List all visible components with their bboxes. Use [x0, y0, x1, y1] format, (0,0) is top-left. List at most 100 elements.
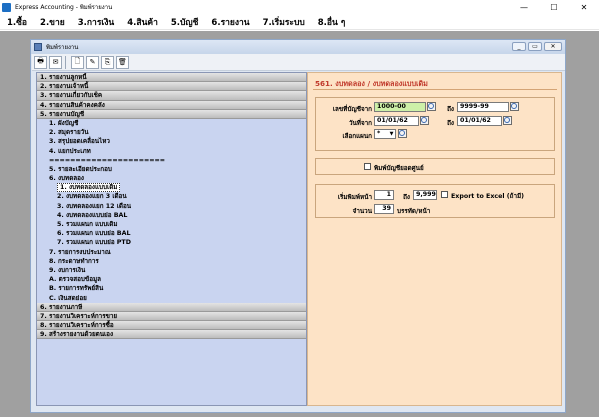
report-options-panel: 561. งบทดลอง / งบทดลองแบบเดิม เลขที่บัญช… — [307, 72, 562, 406]
tree-item[interactable]: 4. งบทดลองแบบย่อ BAL — [37, 211, 306, 220]
report-tree: 1. รายงานลูกหนี้ 2. รายงานเจ้าหนี้ 3. รายง… — [36, 72, 307, 406]
tree-group-header[interactable]: 5. รายงานบัญชี — [37, 109, 306, 119]
date-to-field[interactable]: 01/01/62 — [457, 116, 502, 126]
tree-item-label: 7. รายการงบประมาณ — [49, 248, 111, 256]
tree-item-label: 7. รวมแผนก แบบย่อ PTD — [57, 239, 131, 247]
tree-item-label: 4. งบทดลองแบบย่อ BAL — [57, 211, 128, 219]
tree-item[interactable]: 1. ผังบัญชี — [37, 119, 306, 128]
range-group: เลขที่บัญชีจาก 1000-00 ถึง 9999-99 วันที… — [315, 97, 555, 151]
edit-document-icon[interactable]: ✎ — [86, 55, 99, 69]
tree-item-label: 4. แยกประเภท — [49, 147, 91, 155]
menu-finance[interactable]: 3.การเงิน — [78, 15, 115, 29]
tree-group-header[interactable]: 3. รายงานเกี่ยวกับเช็ค — [37, 91, 306, 101]
tree-item-label: 1. รายงานลูกหนี้ — [40, 74, 87, 81]
tree-item[interactable]: 2. สมุดรายวัน — [37, 128, 306, 137]
window-icon — [34, 43, 42, 51]
minimize-button[interactable]: — — [509, 0, 539, 14]
tree-item-label: 4. รายงานสินค้าคงคลัง — [40, 101, 105, 109]
menu-account[interactable]: 5.บัญชี — [171, 15, 199, 29]
tree-group-header[interactable]: 4. รายงานสินค้าคงคลัง — [37, 100, 306, 110]
tree-item-label: 2. สมุดรายวัน — [49, 129, 89, 137]
tree-item-label: 2. รายงานเจ้าหนี้ — [40, 83, 89, 91]
child-close-button[interactable]: ✕ — [544, 42, 562, 51]
title-divider — [313, 89, 557, 90]
tree-item-label: 1. งบทดลองแบบเดิม — [57, 183, 121, 193]
menu-setup[interactable]: 7.เริ่มระบบ — [263, 15, 305, 29]
tree-item-label: 5. รายละเอียดประกอบ — [49, 165, 112, 173]
tree-item[interactable]: 8. กระดาษทำการ — [37, 257, 306, 266]
tree-item[interactable]: 6. รวมแผนก แบบย่อ BAL — [37, 229, 306, 238]
tree-item-label: 3. งบทดลองแยก 12 เดือน — [57, 202, 132, 210]
app-title: Express Accounting - พิมพ์รายงาน — [15, 4, 113, 11]
tree-group-header[interactable]: 8. รายงานวิเคราะห์การซื้อ — [37, 321, 306, 331]
account-to-field[interactable]: 9999-99 — [457, 102, 509, 112]
account-from-lookup-icon[interactable] — [427, 102, 436, 111]
tree-item[interactable]: C. เงินสดย่อย — [37, 294, 306, 303]
tree-item-label: 5. รายงานบัญชี — [40, 110, 85, 118]
menu-report[interactable]: 6.รายงาน — [211, 15, 249, 29]
date-to-calendar-icon[interactable] — [503, 116, 512, 125]
menu-bar: 1.ซื้อ 2.ขาย 3.การเงิน 4.สินค้า 5.บัญชี … — [0, 14, 599, 30]
maximize-button[interactable]: ☐ — [539, 0, 569, 14]
tree-group-header[interactable]: 6. รายงานภาษี — [37, 302, 306, 312]
tree-item[interactable]: ====================== — [37, 156, 306, 165]
tree-item[interactable]: 9. งบการเงิน — [37, 266, 306, 275]
account-to-label: ถึง — [447, 106, 454, 113]
tree-item[interactable]: 3. งบทดลองแยก 12 เดือน — [37, 202, 306, 211]
tree-item[interactable]: 4. แยกประเภท — [37, 147, 306, 156]
tree-group-header[interactable]: 1. รายงานลูกหนี้ — [37, 73, 306, 83]
tree-item[interactable]: 5. รายละเอียดประกอบ — [37, 165, 306, 174]
tree-item[interactable]: A. ตรวจสอบข้อมูล — [37, 275, 306, 284]
page-to-field[interactable]: 9,999 — [413, 190, 437, 200]
tree-item[interactable]: B. รายการทรัพย์สิน — [37, 284, 306, 293]
tree-item-label: 9. สร้างรายงานด้วยตนเอง — [40, 331, 114, 339]
tree-item-label: C. เงินสดย่อย — [49, 294, 87, 302]
tree-item-label: 7. รายงานวิเคราะห์การขาย — [40, 312, 118, 320]
tree-group-header[interactable]: 9. สร้างรายงานด้วยตนเอง — [37, 330, 306, 340]
department-label: เลือกแผนก — [342, 133, 372, 140]
mail-icon[interactable]: ✉ — [49, 55, 62, 69]
print-range-group: เริ่มพิมพ์หน้า 1 ถึง 9,999 Export to Exc… — [315, 184, 555, 218]
tree-item[interactable]: 1. งบทดลองแบบเดิม — [37, 183, 306, 193]
trash-icon[interactable]: 🗑 — [116, 55, 129, 69]
print-report-window: พิมพ์รายงาน _ ▭ ✕ 🖶 ✉ 🗋 ✎ ⎘ 🗑 1. รายงานล… — [30, 39, 566, 413]
printer-icon[interactable]: 🖶 — [34, 55, 47, 69]
lines-unit-label: บรรทัด/หน้า — [397, 208, 431, 215]
child-restore-button[interactable]: ▭ — [528, 42, 542, 51]
tree-item-label: 8. กระดาษทำการ — [49, 257, 99, 265]
child-minimize-button[interactable]: _ — [512, 42, 526, 51]
menu-product[interactable]: 4.สินค้า — [127, 15, 158, 29]
new-document-icon[interactable]: 🗋 — [71, 55, 84, 69]
export-excel-label: Export to Excel (ถ้ามี) — [451, 193, 525, 200]
page-from-field[interactable]: 1 — [374, 190, 394, 200]
tree-item[interactable]: 6. งบทดลอง — [37, 174, 306, 183]
date-to-label: ถึง — [447, 120, 454, 127]
menu-sell[interactable]: 2.ขาย — [40, 15, 65, 29]
tree-item[interactable]: 7. รายการงบประมาณ — [37, 248, 306, 257]
date-from-field[interactable]: 01/01/62 — [374, 116, 419, 126]
close-button[interactable]: ✕ — [569, 0, 599, 14]
tree-item[interactable]: 7. รวมแผนก แบบย่อ PTD — [37, 238, 306, 247]
tree-item[interactable]: 5. รวมแผนก แบบเดิม — [37, 220, 306, 229]
tree-group-header[interactable]: 2. รายงานเจ้าหนี้ — [37, 82, 306, 92]
tree-item-label: 5. รวมแผนก แบบเดิม — [57, 221, 118, 228]
tree-group-header[interactable]: 7. รายงานวิเคราะห์การขาย — [37, 311, 306, 322]
tree-item-label: ====================== — [49, 156, 166, 164]
copy-document-icon[interactable]: ⎘ — [101, 55, 114, 69]
account-to-lookup-icon[interactable] — [510, 102, 519, 111]
menu-buy[interactable]: 1.ซื้อ — [7, 15, 27, 29]
date-from-calendar-icon[interactable] — [420, 116, 429, 125]
app-icon — [2, 2, 11, 12]
export-excel-checkbox[interactable] — [441, 191, 448, 198]
department-lookup-icon[interactable] — [398, 129, 407, 138]
chevron-down-icon[interactable]: ▼ — [388, 130, 395, 138]
child-titlebar: พิมพ์รายงาน _ ▭ ✕ — [31, 40, 565, 54]
account-from-field[interactable]: 1000-00 — [374, 102, 426, 112]
menu-other[interactable]: 8.อื่น ๆ — [318, 15, 346, 29]
tree-item[interactable]: 2. งบทดลองแยก 3 เดือน — [37, 192, 306, 201]
tree-item-label: 9. งบการเงิน — [49, 266, 86, 274]
lines-per-page-field[interactable]: 39 — [374, 204, 394, 214]
print-zero-checkbox[interactable] — [364, 163, 371, 170]
tree-item-label: 2. งบทดลองแยก 3 เดือน — [57, 193, 127, 201]
tree-item[interactable]: 3. สรุปยอดเคลื่อนไหว — [37, 137, 306, 146]
